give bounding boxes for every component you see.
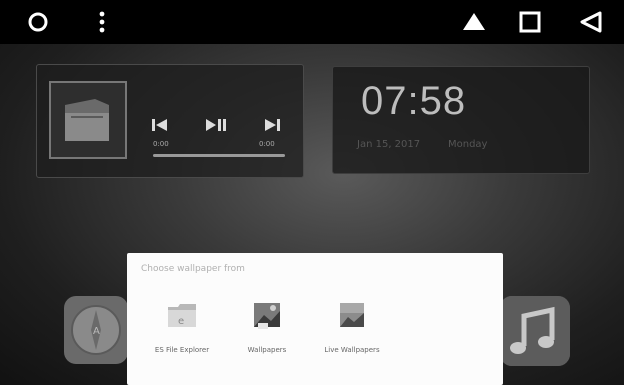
track-progress-bar[interactable] <box>153 154 285 157</box>
clock-time: 07:58 <box>361 79 467 123</box>
clock-date: Jan 15, 2017 <box>357 139 421 150</box>
back-triangle-icon[interactable] <box>578 10 606 34</box>
music-app-icon[interactable] <box>500 296 570 366</box>
total-time: 0:00 <box>259 140 275 148</box>
image-gallery-icon <box>249 297 285 333</box>
option-label: Wallpapers <box>247 346 287 354</box>
option-label: Live Wallpapers <box>324 346 380 354</box>
dialog-title: Choose wallpaper from <box>141 264 245 274</box>
option-es-file-explorer[interactable]: e ES File Explorer <box>139 297 225 367</box>
home-screen: 0:00 0:00 07:58 Jan 15, 2017 Monday A Ch… <box>0 0 624 385</box>
next-track-icon[interactable] <box>259 115 285 135</box>
live-wallpaper-icon <box>334 297 370 333</box>
play-pause-icon[interactable] <box>203 115 229 135</box>
overflow-dots-icon[interactable] <box>88 10 116 34</box>
navigation-app-icon[interactable]: A <box>64 296 128 364</box>
wallpaper-chooser-dialog: Choose wallpaper from e ES File Explorer <box>127 253 503 385</box>
music-player-widget[interactable]: 0:00 0:00 <box>36 64 304 178</box>
clock-day: Monday <box>448 139 488 150</box>
eject-icon[interactable] <box>460 10 488 34</box>
option-label: ES File Explorer <box>154 346 210 354</box>
svg-text:A: A <box>93 326 100 337</box>
folder-icon: e <box>164 297 200 333</box>
option-wallpapers[interactable]: Wallpapers <box>224 297 310 367</box>
option-live-wallpapers[interactable]: Live Wallpapers <box>309 297 395 367</box>
top-navigation-bar <box>0 0 624 44</box>
previous-track-icon[interactable] <box>147 115 173 135</box>
circle-icon[interactable] <box>24 10 52 34</box>
elapsed-time: 0:00 <box>153 140 169 148</box>
clock-widget[interactable]: 07:58 Jan 15, 2017 Monday <box>332 66 590 174</box>
recents-square-icon[interactable] <box>516 10 544 34</box>
svg-text:e: e <box>178 316 184 327</box>
album-art[interactable] <box>49 81 127 159</box>
